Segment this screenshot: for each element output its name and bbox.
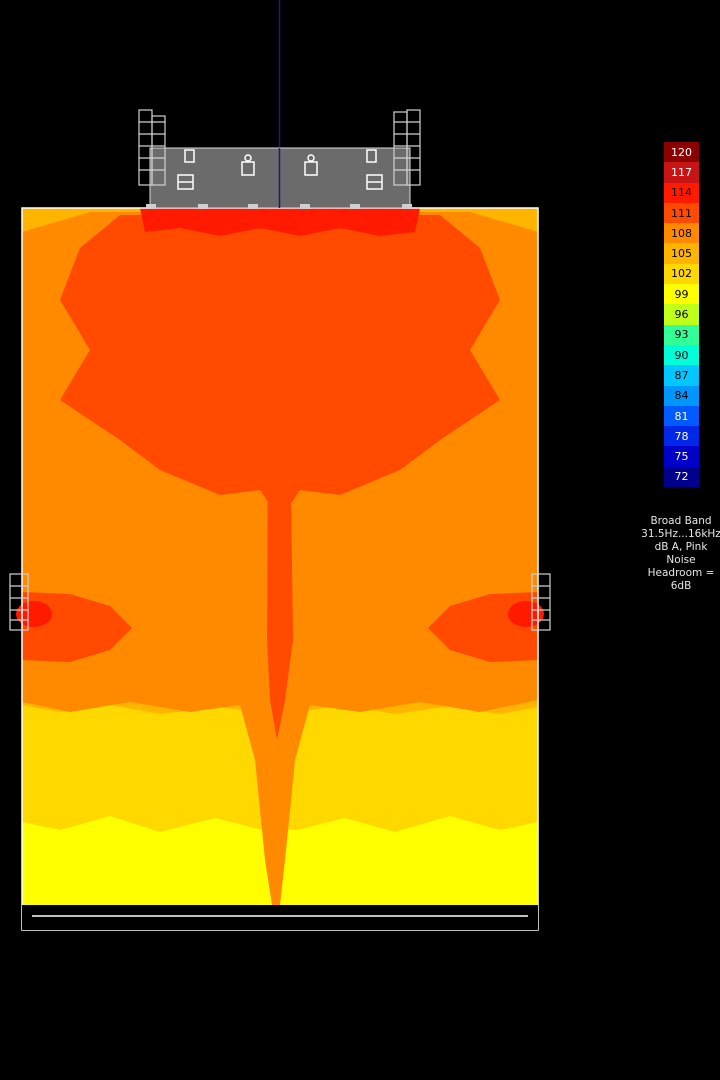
legend-level-90: 90 [664, 344, 699, 366]
legend-level-84: 84 [664, 385, 699, 406]
legend-level-108: 108 [664, 223, 699, 244]
legend-level-72: 72 [664, 466, 699, 488]
legend-level-114: 114 [664, 182, 699, 203]
rear-strip [22, 905, 538, 930]
analysis-info: Broad Band 31.5Hz...16kHz dB A, Pink Noi… [640, 515, 720, 593]
legend-level-117: 117 [664, 162, 699, 183]
legend-level-96: 96 [664, 304, 699, 325]
spl-legend: 120 117 114 111 108 105 102 99 96 93 90 87 84 81 78 75 7… [664, 142, 699, 488]
legend-level-111: 111 [664, 202, 699, 224]
legend-level-120: 120 [664, 142, 699, 163]
info-range: 31.5Hz...16kHz [641, 528, 720, 540]
legend-level-93: 93 [664, 324, 699, 345]
legend-level-99: 99 [664, 284, 699, 305]
info-weighting: dB A, Pink [654, 541, 708, 553]
info-headroom-value: 6dB [670, 580, 692, 592]
info-band: Broad Band [650, 515, 712, 527]
info-signal: Noise [666, 554, 696, 566]
legend-level-87: 87 [664, 365, 699, 386]
legend-level-105: 105 [664, 243, 699, 264]
info-headroom-label: Headroom = [647, 567, 715, 579]
legend-level-78: 78 [664, 426, 699, 447]
legend-level-75: 75 [664, 446, 699, 467]
legend-level-102: 102 [664, 263, 699, 285]
legend-level-81: 81 [664, 405, 699, 427]
spl-coverage-map [9, 0, 551, 931]
